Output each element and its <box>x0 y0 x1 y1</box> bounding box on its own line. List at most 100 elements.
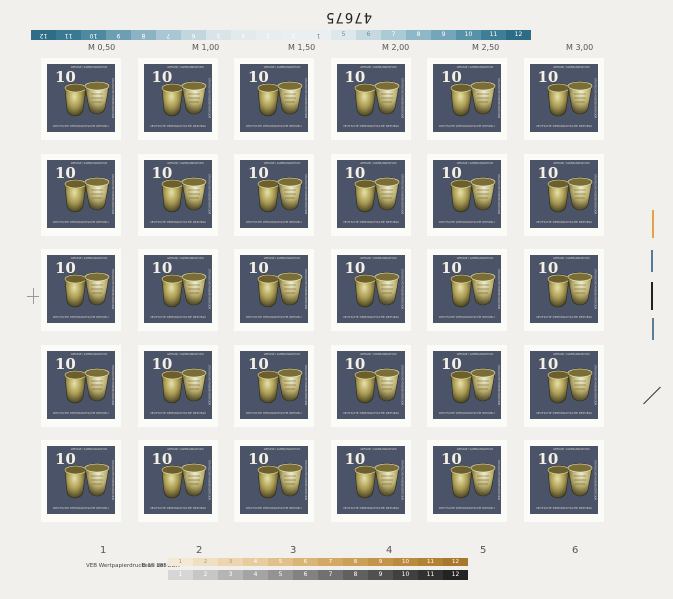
stamp-country: DEUTSCHE DEMOKRATISCHE REPUBLIK <box>535 315 592 319</box>
stamp-country: DEUTSCHE DEMOKRATISCHE REPUBLIK <box>342 410 399 415</box>
price-label: M 2,50 <box>472 43 500 52</box>
gold-vessels-artwork <box>161 81 206 117</box>
gold-vessels-artwork <box>450 272 496 308</box>
stamp-country: DEUTSCHE DEMOKRATISCHE REPUBLIK <box>246 410 302 415</box>
sheet-number: 47675 <box>325 9 373 25</box>
gold-vessels-artwork <box>354 367 399 403</box>
registration-mark-right-4 <box>652 318 654 340</box>
stamp-country: DEUTSCHE DEMOKRATISCHE REPUBLIK <box>149 506 206 510</box>
stamp: 10 GEFÄSSE / SAMMLUNGSSTÜCK DEUTSCHE DEM… <box>427 153 507 236</box>
brown-bar-cell: 3 <box>218 558 243 566</box>
stamp-country: DEUTSCHE DEMOKRATISCHE REPUBLIK <box>53 124 109 128</box>
gold-vessels-artwork <box>161 272 206 308</box>
stamp-top-caption: GEFÄSSE / SAMMLUNGSSTÜCK <box>456 161 494 165</box>
stamp: 10 GEFÄSSE / SAMMLUNGSSTÜCK DEUTSCHE DEM… <box>234 153 314 236</box>
stamp: 10 GEFÄSSE / SAMMLUNGSSTÜCK DEUTSCHE DEM… <box>137 249 218 331</box>
stamp-side-caption: STAATLICHE MUSEEN DER DDR <box>593 78 597 119</box>
gold-vessels-artwork <box>450 463 496 499</box>
stamp-country: DEUTSCHE DEMOKRATISCHE REPUBLIK <box>439 410 495 415</box>
top-bar-cell: 9 <box>431 30 456 40</box>
stamp-design: 10 GEFÄSSE / SAMMLUNGSSTÜCK DEUTSCHE DEM… <box>47 64 115 132</box>
stamp: 10 GEFÄSSE / SAMMLUNGSSTÜCK DEUTSCHE DEM… <box>330 58 411 140</box>
stamp-country: DEUTSCHE DEMOKRATISCHE REPUBLIK <box>535 124 592 128</box>
gold-vessels-artwork <box>450 81 496 117</box>
gold-vessels-artwork <box>257 272 303 308</box>
stamp-design: 10 GEFÄSSE / SAMMLUNGSSTÜCK DEUTSCHE DEM… <box>433 446 501 514</box>
gray-bar-cell: 11 <box>418 570 443 580</box>
stamp-country: DEUTSCHE DEMOKRATISCHE REPUBLIK <box>342 506 399 510</box>
stamp: 10 GEFÄSSE / SAMMLUNGSSTÜCK DEUTSCHE DEM… <box>427 249 507 331</box>
stamp-design: 10 GEFÄSSE / SAMMLUNGSSTÜCK DEUTSCHE DEM… <box>433 64 501 132</box>
stamp-side-caption: STAATLICHE MUSEEN DER DDR <box>304 269 307 310</box>
stamp-top-caption: GEFÄSSE / SAMMLUNGSSTÜCK <box>456 66 494 69</box>
brown-bar-cell: 5 <box>268 558 293 566</box>
stamp-top-caption: GEFÄSSE / SAMMLUNGSSTÜCK <box>167 66 204 69</box>
stamp-design: 10 GEFÄSSE / SAMMLUNGSSTÜCK DEUTSCHE DEM… <box>433 159 501 228</box>
gold-vessels-artwork <box>257 81 303 117</box>
stamp-country: DEUTSCHE DEMOKRATISCHE REPUBLIK <box>149 410 206 415</box>
stamp-top-caption: GEFÄSSE / SAMMLUNGSSTÜCK <box>360 448 397 451</box>
stamp: 10 GEFÄSSE / SAMMLUNGSSTÜCK DEUTSCHE DEM… <box>41 344 121 427</box>
stamp: 10 GEFÄSSE / SAMMLUNGSSTÜCK DEUTSCHE DEM… <box>234 249 314 331</box>
gray-bar-cell: 2 <box>193 570 218 580</box>
stamp-side-caption: STAATLICHE MUSEEN DER DDR <box>111 78 114 119</box>
stamp-side-caption: STAATLICHE MUSEEN DER DDR <box>304 173 307 214</box>
stamp-design: 10 GEFÄSSE / SAMMLUNGSSTÜCK DEUTSCHE DEM… <box>240 64 308 132</box>
gold-vessels-artwork <box>450 367 496 403</box>
stamp: 10 GEFÄSSE / SAMMLUNGSSTÜCK DEUTSCHE DEM… <box>41 153 121 236</box>
registration-mark-right-1 <box>652 210 654 238</box>
top-bar-cell: 12 <box>31 30 56 40</box>
gray-bar-cell: 6 <box>293 570 318 580</box>
stamp-side-caption: STAATLICHE MUSEEN DER DDR <box>400 364 404 405</box>
stamp-country: DEUTSCHE DEMOKRATISCHE REPUBLIK <box>246 315 302 319</box>
stamp: 10 GEFÄSSE / SAMMLUNGSSTÜCK DEUTSCHE DEM… <box>427 440 507 522</box>
gold-vessels-artwork <box>547 81 592 117</box>
gold-vessels-artwork <box>547 176 592 212</box>
price-label: M 1,00 <box>192 43 220 52</box>
top-bar-cell: 11 <box>481 30 506 40</box>
stamp-side-caption: STAATLICHE MUSEEN DER DDR <box>497 173 500 214</box>
brown-bar-cell: 12 <box>443 558 468 566</box>
stamp-side-caption: STAATLICHE MUSEEN DER DDR <box>207 364 211 405</box>
top-bar-cell: 10 <box>81 30 106 40</box>
brown-bar-cell: 6 <box>293 558 318 566</box>
stamp-design: 10 GEFÄSSE / SAMMLUNGSSTÜCK DEUTSCHE DEM… <box>240 255 308 323</box>
stamp-country: DEUTSCHE DEMOKRATISCHE REPUBLIK <box>53 219 109 224</box>
stamp-top-caption: GEFÄSSE / SAMMLUNGSSTÜCK <box>167 257 204 260</box>
column-marker: 3 <box>290 545 297 556</box>
brown-color-bar: 1 2 3 4 5 6 7 8 9 10 11 12 <box>168 558 468 566</box>
gray-bar-cell: 12 <box>443 570 468 580</box>
gold-vessels-artwork <box>257 176 303 212</box>
stamp-side-caption: STAATLICHE MUSEEN DER DDR <box>400 173 404 214</box>
stamp-design: 10 GEFÄSSE / SAMMLUNGSSTÜCK DEUTSCHE DEM… <box>336 159 405 228</box>
stamp-side-caption: STAATLICHE MUSEEN DER DDR <box>400 78 404 119</box>
stamp-top-caption: GEFÄSSE / SAMMLUNGSSTÜCK <box>167 161 204 165</box>
stamp-side-caption: STAATLICHE MUSEEN DER DDR <box>304 460 307 501</box>
stamp-country: DEUTSCHE DEMOKRATISCHE REPUBLIK <box>535 410 592 415</box>
price-label: M 3,00 <box>566 43 594 52</box>
stamp-top-caption: GEFÄSSE / SAMMLUNGSSTÜCK <box>167 352 204 356</box>
stamp: 10 GEFÄSSE / SAMMLUNGSSTÜCK DEUTSCHE DEM… <box>234 344 314 427</box>
stamp-side-caption: STAATLICHE MUSEEN DER DDR <box>207 460 211 501</box>
top-bar-cell: 5 <box>331 30 356 40</box>
registration-mark-left-v <box>33 288 34 304</box>
stamp-side-caption: STAATLICHE MUSEEN DER DDR <box>304 364 307 405</box>
stamp-design: 10 GEFÄSSE / SAMMLUNGSSTÜCK DEUTSCHE DEM… <box>336 255 405 323</box>
stamp-design: 10 GEFÄSSE / SAMMLUNGSSTÜCK DEUTSCHE DEM… <box>529 255 598 323</box>
stamp-country: DEUTSCHE DEMOKRATISCHE REPUBLIK <box>246 219 302 224</box>
top-bar-cell: 8 <box>406 30 431 40</box>
gold-vessels-artwork <box>161 367 206 403</box>
top-bar-cell: 4 <box>231 30 256 40</box>
stamp-top-caption: GEFÄSSE / SAMMLUNGSSTÜCK <box>70 161 108 165</box>
stamp-top-caption: GEFÄSSE / SAMMLUNGSSTÜCK <box>263 352 301 356</box>
column-marker: 4 <box>386 545 393 556</box>
stamp-design: 10 GEFÄSSE / SAMMLUNGSSTÜCK DEUTSCHE DEM… <box>143 446 212 514</box>
brown-bar-cell: 9 <box>368 558 393 566</box>
gold-vessels-artwork <box>161 463 206 499</box>
stamp: 10 GEFÄSSE / SAMMLUNGSSTÜCK DEUTSCHE DEM… <box>330 249 411 331</box>
stamp-design: 10 GEFÄSSE / SAMMLUNGSSTÜCK DEUTSCHE DEM… <box>336 350 405 419</box>
stamp-design: 10 GEFÄSSE / SAMMLUNGSSTÜCK DEUTSCHE DEM… <box>143 64 212 132</box>
stamp-design: 10 GEFÄSSE / SAMMLUNGSSTÜCK DEUTSCHE DEM… <box>433 255 501 323</box>
stamp-country: DEUTSCHE DEMOKRATISCHE REPUBLIK <box>342 124 399 128</box>
column-marker: 5 <box>480 545 487 556</box>
